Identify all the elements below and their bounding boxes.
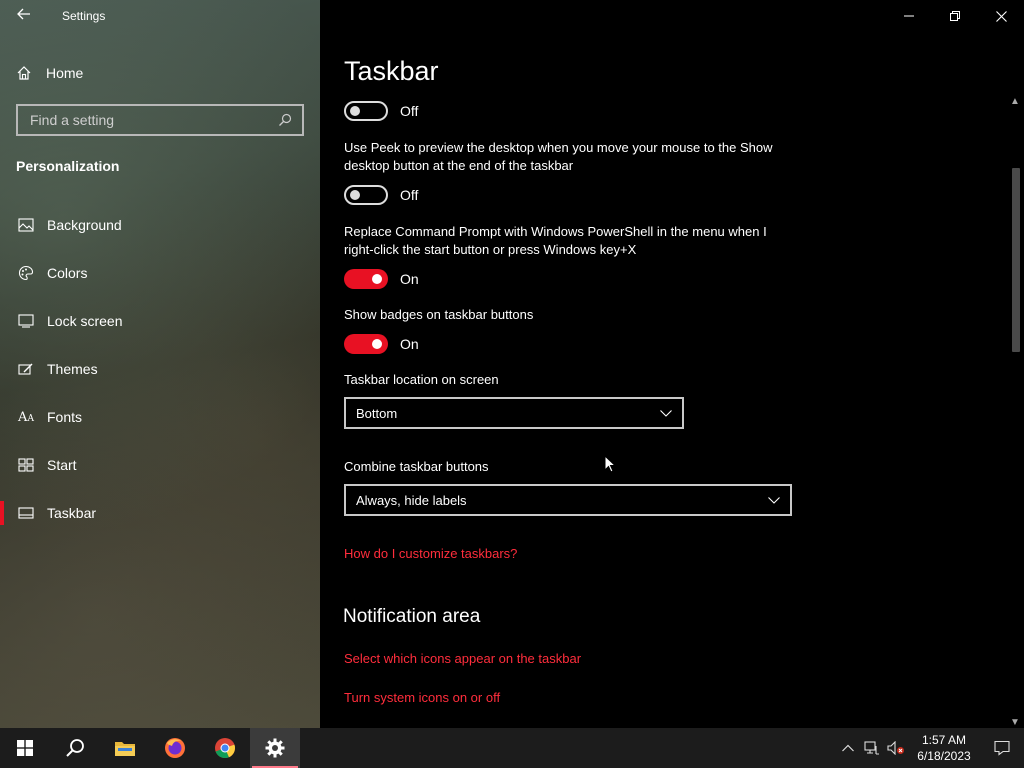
notification-area-heading: Notification area [343,606,481,627]
app-title: Settings [62,9,106,23]
volume-button[interactable] [884,728,908,768]
start-icon [18,458,34,472]
nav-home-label: Home [46,65,84,81]
sidebar-item-colors[interactable]: Colors [0,258,320,288]
search-icon [66,739,84,757]
close-icon [995,10,1007,22]
start-button[interactable] [0,728,50,768]
firefox-button[interactable] [150,728,200,768]
file-explorer-icon [115,742,135,756]
taskbar-icon [18,507,34,519]
dropdown-value: Bottom [356,405,398,421]
nav-home[interactable]: Home [16,62,83,84]
sidebar-item-label: Themes [47,361,98,377]
search-icon[interactable] [278,113,292,127]
help-link[interactable]: How do I customize taskbars? [344,546,517,561]
minimize-icon [904,15,914,17]
chevron-down-icon [768,496,780,504]
file-explorer-button[interactable] [100,728,150,768]
palette-icon [18,265,34,281]
sidebar-item-label: Taskbar [47,505,97,521]
badges-toggle[interactable] [344,334,388,354]
firefox-icon [165,738,185,758]
toggle-state: Off [400,103,419,119]
peek-toggle[interactable] [344,185,388,205]
windows-logo-icon [17,740,33,756]
restore-button[interactable] [932,0,978,32]
network-button[interactable] [860,728,884,768]
themes-icon [18,363,33,375]
combine-label: Combine taskbar buttons [344,459,489,474]
sidebar-item-label: Start [47,457,77,473]
show-hidden-icons-button[interactable] [836,728,860,768]
system-tray: 1:57 AM 6/18/2023 [836,728,1024,768]
sidebar-item-label: Lock screen [47,313,123,329]
lock-screen-icon [18,314,34,328]
location-label: Taskbar location on screen [344,372,499,387]
sidebar-item-fonts[interactable]: AA Fonts [0,402,320,432]
notification-icon [994,740,1010,756]
peek-toggle-row: Off [344,183,418,207]
sidebar-item-label: Background [47,217,122,233]
scrollbar[interactable]: ▲ ▼ [1008,96,1024,728]
sidebar-item-themes[interactable]: Themes [0,354,320,384]
page-title: Taskbar [344,56,439,86]
sidebar-item-lock-screen[interactable]: Lock screen [0,306,320,336]
minimize-button[interactable] [886,0,932,32]
sidebar: Settings Home Personalization Background… [0,0,320,728]
network-icon [864,741,879,755]
mouse-cursor-icon [604,455,616,473]
chrome-icon [215,738,236,759]
powershell-description: Replace Command Prompt with Windows Powe… [344,224,767,257]
sidebar-item-background[interactable]: Background [0,210,320,240]
scroll-up-icon[interactable]: ▲ [1010,96,1020,107]
chevron-down-icon [660,409,672,417]
sidebar-item-label: Fonts [47,409,83,425]
system-icons-link[interactable]: Turn system icons on or off [344,690,500,705]
select-icons-link[interactable]: Select which icons appear on the taskbar [344,651,581,666]
sidebar-item-taskbar[interactable]: Taskbar [0,498,320,528]
chevron-up-icon [842,744,854,752]
clock-date: 6/18/2023 [917,749,971,763]
volume-muted-icon [887,741,904,755]
toggle-state: On [400,271,419,287]
taskbar: 1:57 AM 6/18/2023 [0,728,1024,768]
dropdown-value: Always, hide labels [356,492,467,508]
back-arrow-icon [17,8,30,20]
close-button[interactable] [978,0,1024,32]
search-input[interactable] [28,111,278,129]
chrome-button[interactable] [200,728,250,768]
restore-icon [950,11,960,21]
search-box[interactable] [16,104,304,136]
scroll-down-icon[interactable]: ▼ [1010,717,1020,728]
toggle-state: Off [400,187,419,203]
toggle-state: On [400,336,419,352]
sidebar-item-start[interactable]: Start [0,450,320,480]
powershell-toggle[interactable] [344,269,388,289]
badges-description: Show badges on taskbar buttons [344,307,534,322]
fonts-icon: AA [18,409,34,425]
taskbar-search-button[interactable] [50,728,100,768]
back-button[interactable] [10,4,38,28]
image-icon [18,218,34,232]
clock[interactable]: 1:57 AM 6/18/2023 [908,732,980,764]
toggle-switch[interactable] [344,101,388,121]
action-center-button[interactable] [980,728,1024,768]
powershell-toggle-row: On [344,267,419,291]
scrollbar-thumb[interactable] [1012,168,1020,352]
sidebar-item-label: Colors [47,265,88,281]
section-title: Personalization [16,158,120,174]
toggle-row-1: Off [344,99,418,123]
settings-icon [265,738,285,758]
home-icon [17,66,31,80]
badges-toggle-row: On [344,332,419,356]
peek-description: Use Peek to preview the desktop when you… [344,140,773,173]
main-content: Taskbar Off Use Peek to preview the desk… [320,0,1024,728]
combine-buttons-dropdown[interactable]: Always, hide labels [344,484,792,516]
settings-taskbar-button[interactable] [250,728,300,768]
clock-time: 1:57 AM [921,733,967,747]
taskbar-location-dropdown[interactable]: Bottom [344,397,684,429]
